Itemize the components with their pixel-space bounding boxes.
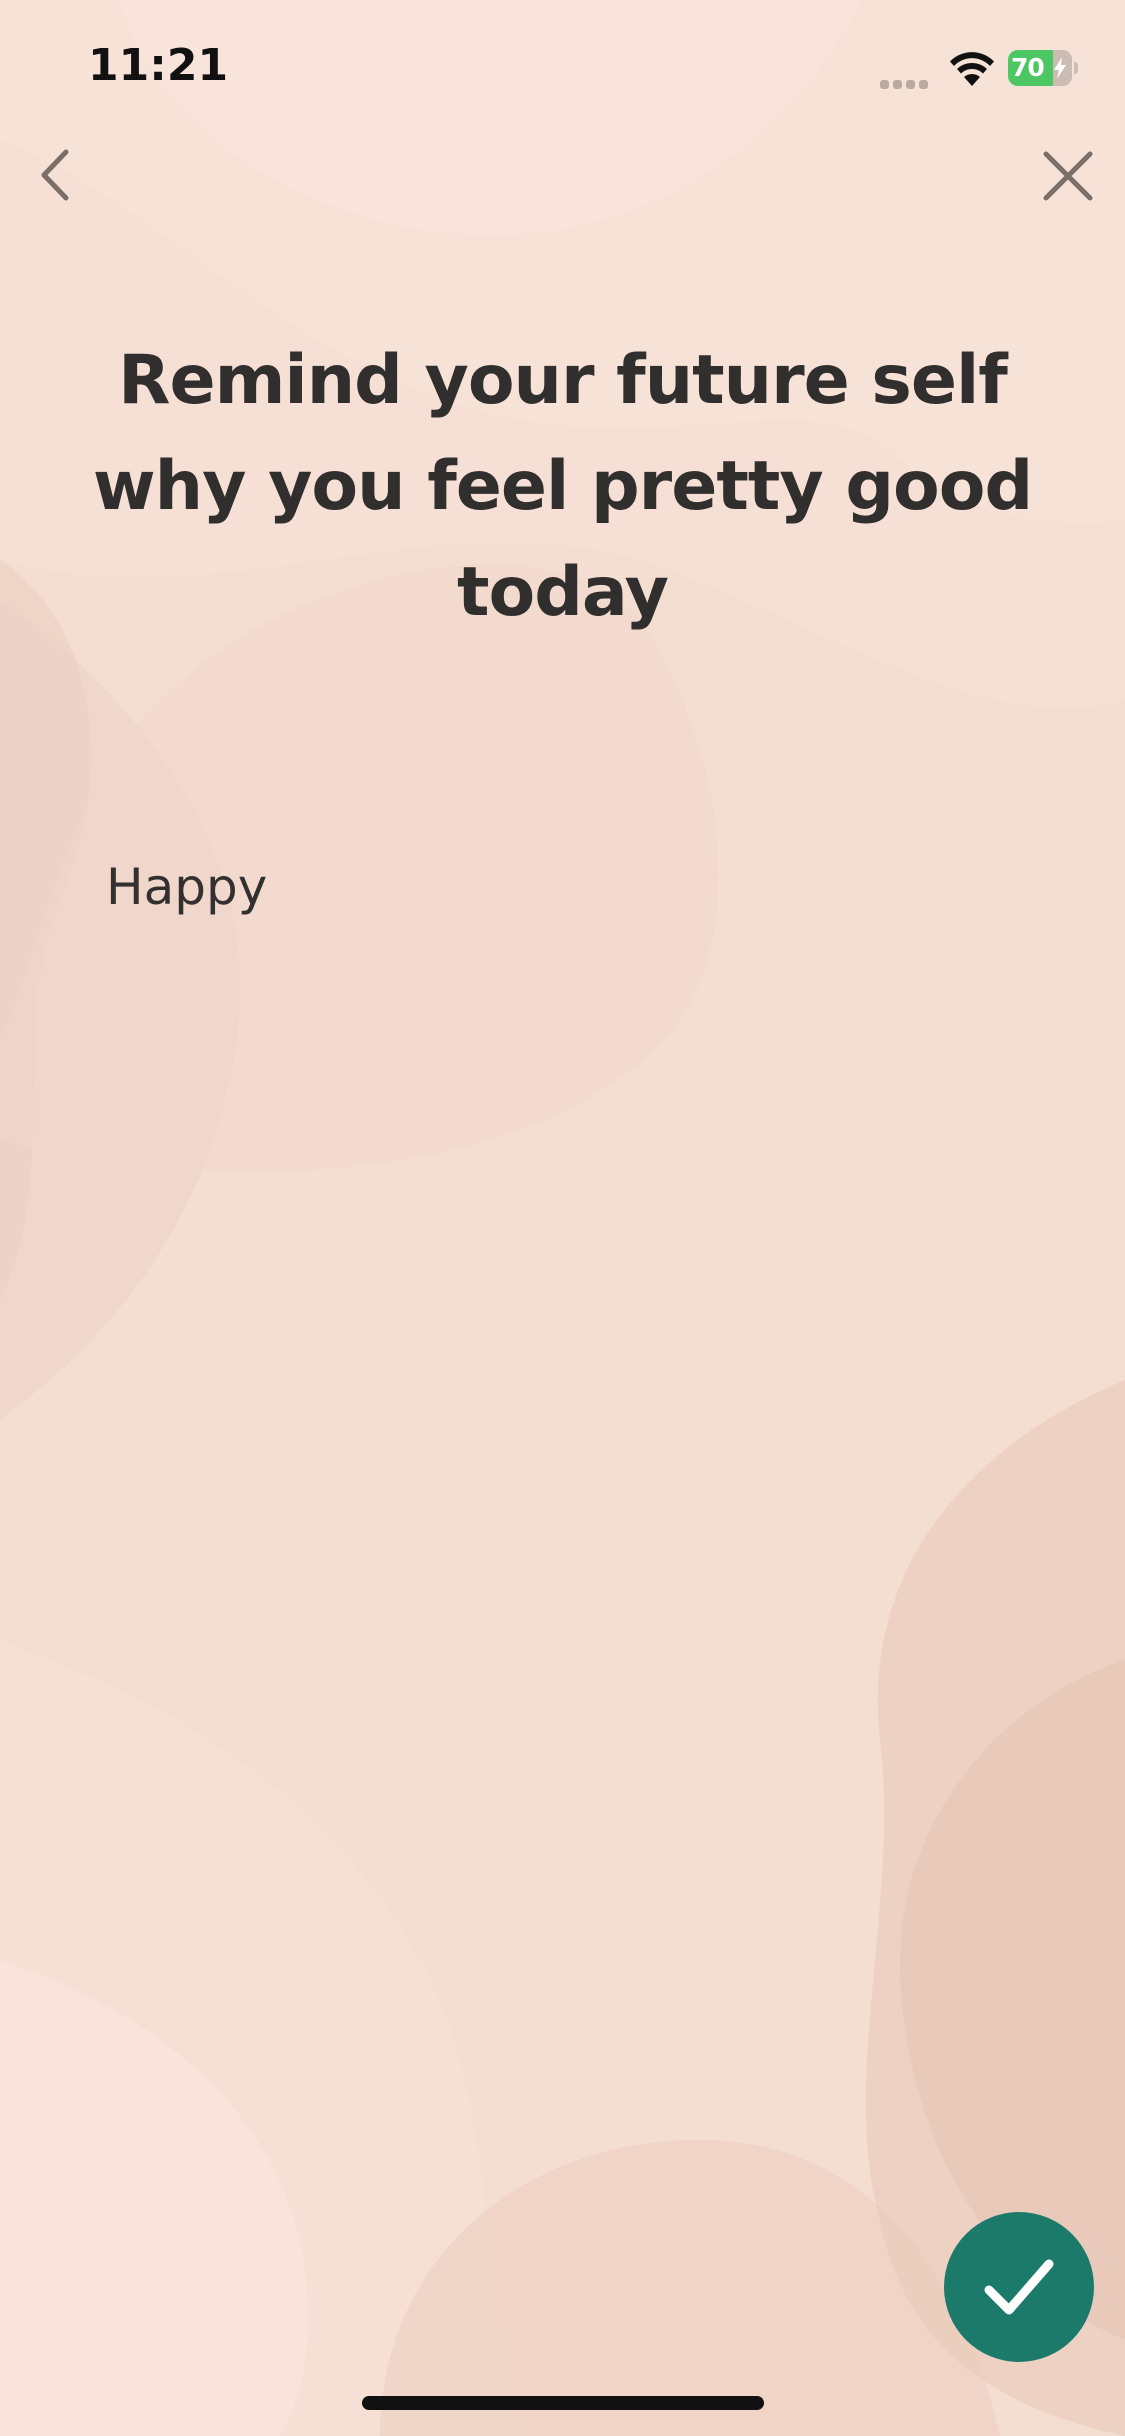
home-indicator[interactable] [362, 2396, 764, 2410]
battery-percent: 70 [1011, 53, 1045, 82]
cellular-signal-icon [880, 70, 934, 89]
charging-bolt-icon [1054, 57, 1066, 79]
reflection-screen: 11:21 70 Remind your future self why you… [0, 0, 1125, 2436]
wifi-icon [950, 52, 994, 86]
done-button[interactable] [944, 2212, 1094, 2362]
battery-icon: 70 [1008, 50, 1078, 86]
back-button[interactable] [28, 140, 84, 210]
close-icon [1043, 151, 1093, 201]
chevron-left-icon [41, 149, 69, 201]
close-button[interactable] [1036, 144, 1100, 208]
status-bar: 11:21 70 [0, 0, 1125, 140]
checkmark-icon [984, 2259, 1054, 2315]
journal-entry-input[interactable]: Happy [106, 852, 1026, 2052]
prompt-title: Remind your future self why you feel pre… [92, 341, 1033, 632]
status-time: 11:21 [88, 40, 229, 91]
